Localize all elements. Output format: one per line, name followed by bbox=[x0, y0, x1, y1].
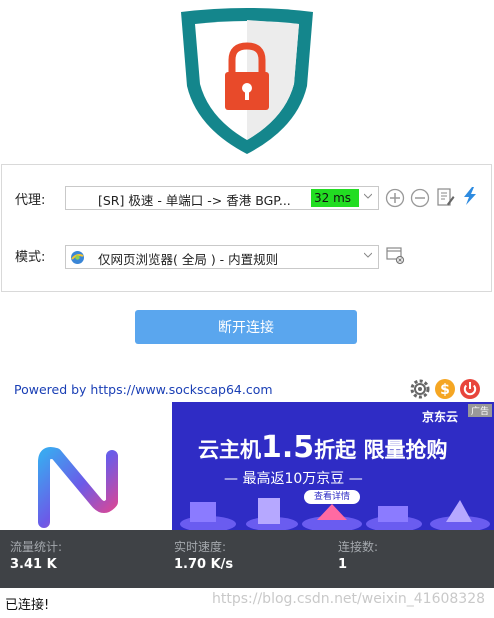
browser-icon bbox=[71, 251, 84, 264]
add-icon[interactable] bbox=[385, 188, 405, 208]
powered-by-link[interactable]: Powered by https://www.sockscap64.com bbox=[14, 382, 273, 397]
status-text: 已连接! bbox=[5, 598, 50, 613]
svg-text:$: $ bbox=[440, 382, 450, 398]
ad-brand: 京东云 bbox=[422, 410, 459, 424]
edit-document-icon[interactable] bbox=[435, 187, 455, 207]
ad-title: 云主机1.5折起 限量抢购 bbox=[198, 430, 447, 465]
proxy-label: 代理: bbox=[15, 193, 46, 208]
chevron-down-icon[interactable] bbox=[364, 251, 372, 259]
disconnect-button[interactable]: 断开连接 bbox=[135, 310, 357, 344]
ad-title-suffix: 折起 限量抢购 bbox=[314, 438, 448, 462]
window-settings-icon[interactable] bbox=[385, 245, 405, 265]
connections-value: 1 bbox=[338, 557, 348, 572]
shield-lock-logo bbox=[181, 8, 313, 154]
gear-icon[interactable] bbox=[409, 378, 431, 400]
mode-select-value: 仅网页浏览器( 全局 ) - 内置规则 bbox=[98, 252, 279, 267]
ad-subtitle: — 最高返10万京豆 — bbox=[224, 471, 363, 487]
latency-badge: 32 ms bbox=[311, 189, 359, 207]
ad-illustration bbox=[180, 498, 490, 530]
power-icon[interactable] bbox=[459, 378, 481, 400]
connections-label: 连接数: bbox=[338, 540, 379, 554]
ad-tag: 广告 bbox=[467, 404, 492, 417]
brand-logo-icon bbox=[38, 447, 118, 528]
traffic-value: 3.41 K bbox=[10, 557, 57, 572]
ad-logo-panel[interactable] bbox=[0, 402, 172, 530]
ad-title-number: 1.5 bbox=[261, 430, 315, 465]
mode-select[interactable]: 仅网页浏览器( 全局 ) - 内置规则 bbox=[65, 245, 379, 269]
speed-value: 1.70 K/s bbox=[174, 557, 234, 572]
speed-label: 实时速度: bbox=[174, 540, 227, 554]
remove-icon[interactable] bbox=[410, 188, 430, 208]
ad-title-prefix: 云主机 bbox=[198, 438, 261, 462]
chevron-down-icon[interactable] bbox=[364, 192, 372, 200]
proxy-select-value: [SR] 极速 - 单端口 -> 香港 BGP... bbox=[98, 193, 291, 208]
donate-dollar-icon[interactable]: $ bbox=[434, 378, 456, 400]
ad-banner[interactable]: 京东云 广告 云主机1.5折起 限量抢购 — 最高返10万京豆 — 查看详情 bbox=[172, 402, 494, 530]
mode-label: 模式: bbox=[15, 250, 46, 265]
stats-bar: 流量统计: 3.41 K 实时速度: 1.70 K/s 连接数: 1 bbox=[0, 530, 494, 588]
lightning-icon[interactable] bbox=[460, 186, 480, 206]
traffic-label: 流量统计: bbox=[10, 540, 63, 554]
watermark: https://blog.csdn.net/weixin_41608328 bbox=[212, 591, 486, 607]
settings-panel: 代理: [SR] 极速 - 单端口 -> 香港 BGP... 32 ms 模式:… bbox=[1, 164, 492, 292]
proxy-select[interactable]: [SR] 极速 - 单端口 -> 香港 BGP... 32 ms bbox=[65, 186, 379, 210]
